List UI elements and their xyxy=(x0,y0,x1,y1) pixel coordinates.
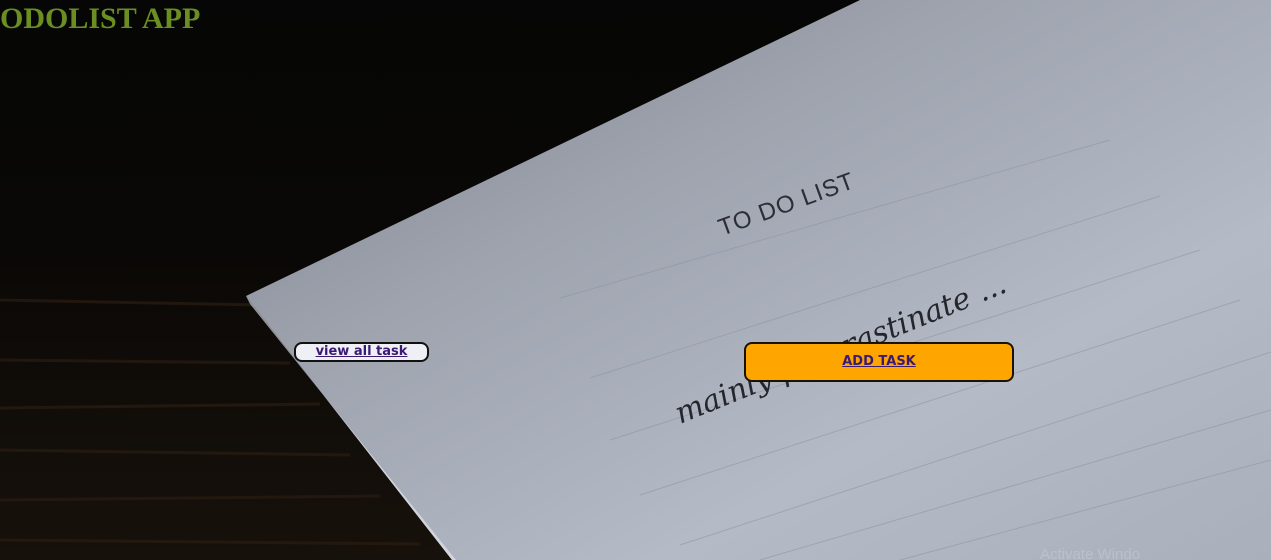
add-task-button[interactable]: ADD TASK xyxy=(744,342,1014,382)
windows-activation-watermark: Activate Windo xyxy=(1040,546,1141,560)
view-all-tasks-button[interactable]: view all task xyxy=(294,342,429,362)
app-root: TO DO LIST mainly procrastinate ... ODOL… xyxy=(0,0,1271,560)
app-title: ODOLIST APP xyxy=(0,2,201,35)
background-photo: TO DO LIST mainly procrastinate ... xyxy=(0,0,1271,560)
